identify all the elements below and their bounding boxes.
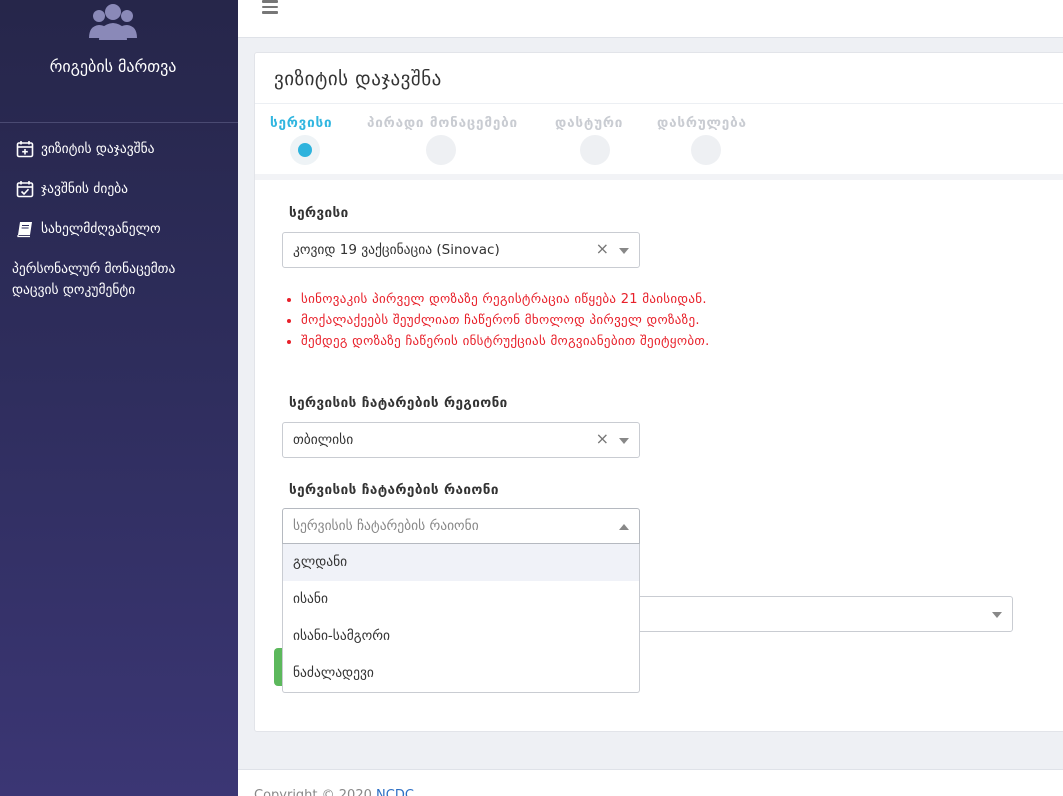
step-indicator: [290, 135, 320, 165]
chevron-up-icon: [619, 524, 629, 530]
step-indicator: [580, 135, 610, 165]
warning-item: შემდეგ დოზაზე ჩაწერის ინსტრუქციას მოგვია…: [301, 331, 710, 352]
footer-link[interactable]: NCDC: [376, 788, 414, 796]
brand: რიგების მართვა: [0, 0, 238, 123]
region-label: სერვისის ჩატარების რეგიონი: [289, 395, 508, 411]
step-label: პირადი მონაცემები: [367, 115, 518, 131]
calendar-check-icon: [16, 181, 34, 198]
step-completion[interactable]: დასრულება: [657, 115, 747, 167]
step-label: დასრულება: [657, 115, 747, 131]
chevron-down-icon: [619, 438, 629, 444]
region-select[interactable]: თბილისი ×: [282, 422, 640, 458]
district-select[interactable]: სერვისის ჩატარების რაიონი: [282, 508, 640, 544]
calendar-plus-icon: [16, 141, 34, 158]
step-indicator: [426, 135, 456, 165]
service-value: კოვიდ 19 ვაქცინაცია (Sinovac): [293, 242, 500, 258]
dropdown-option[interactable]: ისანი-სამგორი: [283, 618, 639, 655]
book-icon: [17, 222, 32, 238]
footer-text: Copyright © 2020 NCDC: [254, 788, 414, 796]
steps-divider: [255, 174, 1063, 180]
divider: [255, 103, 1063, 104]
footer: Copyright © 2020 NCDC: [238, 769, 1063, 796]
users-group-icon: [89, 4, 137, 40]
chevron-down-icon: [619, 248, 629, 254]
brand-title: რიგების მართვა: [49, 57, 177, 76]
sidebar: რიგების მართვა ვიზიტის დაჯავშნა ჯავშნის …: [0, 0, 238, 796]
dropdown-option[interactable]: გლდანი: [283, 544, 639, 581]
warning-item: სინოვაკის პირველ დოზაზე რეგისტრაცია იწყე…: [301, 289, 710, 310]
dropdown-option[interactable]: ნაძალადევი: [283, 655, 639, 692]
step-indicator: [691, 135, 721, 165]
service-label: სერვისი: [289, 205, 349, 221]
step-label: დასტური: [555, 115, 624, 131]
step-label: სერვისი: [270, 115, 333, 131]
sidebar-item-search-booking[interactable]: ჯავშნის ძიება: [16, 177, 128, 201]
sidebar-item-manual[interactable]: სახელმძღვანელო: [16, 217, 161, 241]
region-value: თბილისი: [293, 432, 354, 448]
district-dropdown: გლდანი ისანი ისანი-სამგორი ნაძალადევი: [282, 544, 640, 693]
hamburger-icon[interactable]: [262, 0, 278, 14]
service-warnings: სინოვაკის პირველ დოზაზე რეგისტრაცია იწყე…: [301, 289, 710, 352]
chevron-down-icon: [992, 612, 1002, 618]
copyright-text: Copyright © 2020: [254, 788, 372, 796]
step-confirmation[interactable]: დასტური: [555, 115, 623, 167]
sidebar-item-label: ვიზიტის დაჯავშნა: [41, 141, 155, 157]
district-placeholder: სერვისის ჩატარების რაიონი: [293, 518, 479, 534]
clear-icon[interactable]: ×: [596, 429, 609, 448]
service-select[interactable]: კოვიდ 19 ვაქცინაცია (Sinovac) ×: [282, 232, 640, 268]
district-label: სერვისის ჩატარების რაიონი: [289, 482, 499, 498]
step-personal-data[interactable]: პირადი მონაცემები: [367, 115, 518, 167]
sidebar-item-personal-data[interactable]: პერსონალურ მონაცემთა დაცვის დოკუმენტი: [12, 259, 222, 301]
step-service[interactable]: სერვისი: [270, 115, 332, 167]
sidebar-item-book-visit[interactable]: ვიზიტის დაჯავშნა: [16, 137, 155, 161]
sidebar-item-label: სახელმძღვანელო: [41, 221, 161, 237]
top-bar: [238, 0, 1063, 38]
sidebar-item-label: ჯავშნის ძიება: [41, 181, 129, 197]
page-title: ვიზიტის დაჯავშნა: [274, 68, 442, 90]
warning-item: მოქალაქეებს შეუძლიათ ჩაწერონ მხოლოდ პირვ…: [301, 310, 710, 331]
booking-card: ვიზიტის დაჯავშნა სერვისი პირადი მონაცემე…: [254, 52, 1063, 732]
clear-icon[interactable]: ×: [596, 239, 609, 258]
dropdown-option[interactable]: ისანი: [283, 581, 639, 618]
